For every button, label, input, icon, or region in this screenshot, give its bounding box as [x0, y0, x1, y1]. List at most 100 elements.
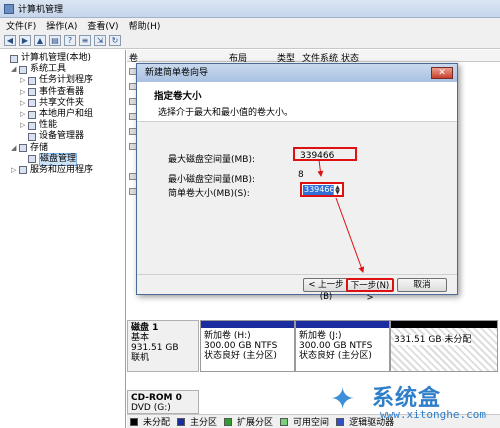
list-icon[interactable]: ≡: [79, 35, 91, 46]
disk-management-icon: [28, 155, 36, 164]
up-icon[interactable]: ▲: [34, 35, 46, 46]
expand-arrow-icon[interactable]: ◢: [11, 64, 19, 75]
navigation-tree: 计算机管理(本地) ◢ 系统工具 ▷ 任务计划程序 ▷ 事件查看器 ▷ 共享文件夹 ▷ 本地用户和组…: [0, 50, 126, 428]
partition-j[interactable]: 新加卷 (J:) 300.00 GB NTFS 状态良好 (主分区): [295, 320, 390, 372]
partition-h-status: 状态良好 (主分区): [204, 351, 277, 361]
dialog-heading: 指定卷大小: [154, 91, 202, 102]
unallocated-size: 331.51 GB: [394, 335, 442, 345]
dialog-header: 指定卷大小 选择介于最大和最小值的卷大小。: [137, 82, 457, 122]
tree-item-label: 共享文件夹: [39, 97, 85, 108]
window-title: 计算机管理: [18, 5, 64, 15]
back-icon[interactable]: ◀: [4, 35, 16, 46]
partition-j-name: 新加卷 (J:): [299, 331, 342, 341]
tree-item-label: 服务和应用程序: [30, 164, 94, 175]
menu-action[interactable]: 操作(A): [46, 19, 77, 32]
new-simple-volume-wizard: 新建简单卷向导 ✕ 指定卷大小 选择介于最大和最小值的卷大小。 最大磁盘空间量(…: [136, 63, 458, 303]
primary-partition-bar: [296, 321, 389, 328]
cdrom-info[interactable]: CD-ROM 0 DVD (G:): [127, 390, 199, 414]
title-bar: 计算机管理: [0, 0, 500, 18]
expand-arrow-icon[interactable]: ▷: [20, 109, 28, 120]
watermark-logo: ✦ 系统盒 www.xitonghe.com: [330, 378, 500, 428]
performance-icon: [28, 121, 36, 130]
dialog-footer: < 上一步(B) 下一步(N) > 取消: [137, 274, 457, 303]
stepper-arrows-icon[interactable]: ▲ ▼: [333, 185, 341, 196]
tree-item-root[interactable]: 计算机管理(本地): [0, 53, 125, 64]
legend-label: 扩展分区: [237, 418, 274, 428]
export-icon[interactable]: ⇲: [94, 35, 106, 46]
tree-item-label: 系统工具: [30, 64, 67, 75]
dialog-title-bar: 新建简单卷向导 ✕: [137, 64, 457, 82]
expand-arrow-icon[interactable]: ▷: [20, 87, 28, 98]
properties-icon[interactable]: ▤: [49, 35, 61, 46]
min-size-label: 最小磁盘空间量(MB):: [168, 175, 255, 185]
tree-item-services-apps[interactable]: ▷ 服务和应用程序: [0, 165, 125, 176]
expand-arrow-icon[interactable]: ▷: [20, 75, 28, 86]
expand-arrow-icon[interactable]: ▷: [20, 98, 28, 109]
dialog-title: 新建简单卷向导: [145, 68, 209, 78]
tree-item-label: 事件查看器: [39, 86, 85, 97]
tree-item-event-viewer[interactable]: ▷ 事件查看器: [0, 87, 125, 98]
root-icon: [10, 54, 18, 63]
disk-1-type: 基本: [131, 333, 150, 343]
unallocated-status: 未分配: [444, 335, 472, 345]
expand-arrow-icon[interactable]: ◢: [11, 143, 19, 154]
menu-help[interactable]: 帮助(H): [129, 19, 161, 32]
tree-item-system-tools[interactable]: ◢ 系统工具: [0, 64, 125, 75]
device-manager-icon: [28, 132, 36, 141]
dialog-body: 最大磁盘空间量(MB): 339466 最小磁盘空间量(MB): 8 简单卷大小…: [137, 122, 457, 274]
menu-file[interactable]: 文件(F): [6, 19, 36, 32]
tree-item-disk-management[interactable]: 磁盘管理: [0, 152, 125, 166]
legend-label: 可用空间: [293, 418, 330, 428]
unallocated-space[interactable]: 331.51 GB 未分配: [390, 320, 498, 372]
partition-h-size: 300.00 GB NTFS: [204, 341, 278, 351]
task-scheduler-icon: [28, 76, 36, 85]
computer-management-icon: [4, 3, 14, 14]
partition-j-size: 300.00 GB NTFS: [299, 341, 373, 351]
disk-1-info[interactable]: 磁盘 1 基本 931.51 GB 联机: [127, 320, 199, 372]
volume-column-header: 卷 布局 类型 文件系统 状态: [127, 50, 500, 64]
tree-item-label: 计算机管理(本地): [21, 53, 92, 63]
forward-icon[interactable]: ▶: [19, 35, 31, 46]
tree-item-performance[interactable]: ▷ 性能: [0, 120, 125, 131]
services-apps-icon: [19, 166, 27, 175]
tree-item-device-manager[interactable]: 设备管理器: [0, 131, 125, 142]
back-button[interactable]: < 上一步(B): [303, 278, 349, 302]
cancel-button[interactable]: 取消: [397, 278, 447, 292]
refresh-icon[interactable]: ↻: [109, 35, 121, 46]
partition-h[interactable]: 新加卷 (H:) 300.00 GB NTFS 状态良好 (主分区): [200, 320, 295, 372]
tree-item-label: 性能: [39, 120, 58, 131]
volume-size-label: 简单卷大小(MB)(S):: [168, 189, 250, 199]
next-button[interactable]: 下一步(N) >: [346, 278, 394, 303]
tree-item-task-scheduler[interactable]: ▷ 任务计划程序: [0, 75, 125, 86]
shared-folders-icon: [28, 99, 36, 108]
menu-view[interactable]: 查看(V): [87, 19, 118, 32]
legend-swatch: [130, 417, 138, 426]
tree-item-label: 设备管理器: [39, 131, 85, 142]
volume-size-stepper[interactable]: 339466 ▲ ▼: [300, 182, 344, 197]
local-users-icon: [28, 110, 36, 119]
max-size-value: 339466: [293, 147, 357, 161]
tree-item-local-users[interactable]: ▷ 本地用户和组: [0, 109, 125, 120]
event-viewer-icon: [28, 88, 36, 97]
expand-arrow-icon[interactable]: ▷: [11, 165, 19, 176]
legend-swatch: [280, 417, 289, 426]
close-button[interactable]: ✕: [431, 67, 453, 79]
tree-item-label: 本地用户和组: [39, 108, 94, 119]
expand-arrow-icon[interactable]: ▷: [20, 120, 28, 131]
unallocated-bar: [391, 321, 497, 328]
watermark-icon: ✦: [330, 382, 356, 417]
legend-swatch: [224, 417, 233, 426]
min-size-value: 8: [298, 170, 304, 180]
volume-size-input[interactable]: 339466: [303, 185, 335, 195]
menu-bar: 文件(F) 操作(A) 查看(V) 帮助(H): [0, 18, 500, 33]
legend-label: 主分区: [190, 418, 218, 428]
max-size-label: 最大磁盘空间量(MB):: [168, 155, 255, 165]
disk-1-status: 联机: [131, 353, 150, 363]
storage-icon: [19, 144, 27, 153]
tree-item-shared-folders[interactable]: ▷ 共享文件夹: [0, 98, 125, 109]
cdrom-type: DVD (G:): [131, 403, 171, 413]
watermark-url: www.xitonghe.com: [380, 408, 486, 421]
tree-item-label: 任务计划程序: [39, 75, 94, 86]
system-tools-icon: [19, 65, 27, 74]
help-icon[interactable]: ?: [64, 35, 76, 46]
